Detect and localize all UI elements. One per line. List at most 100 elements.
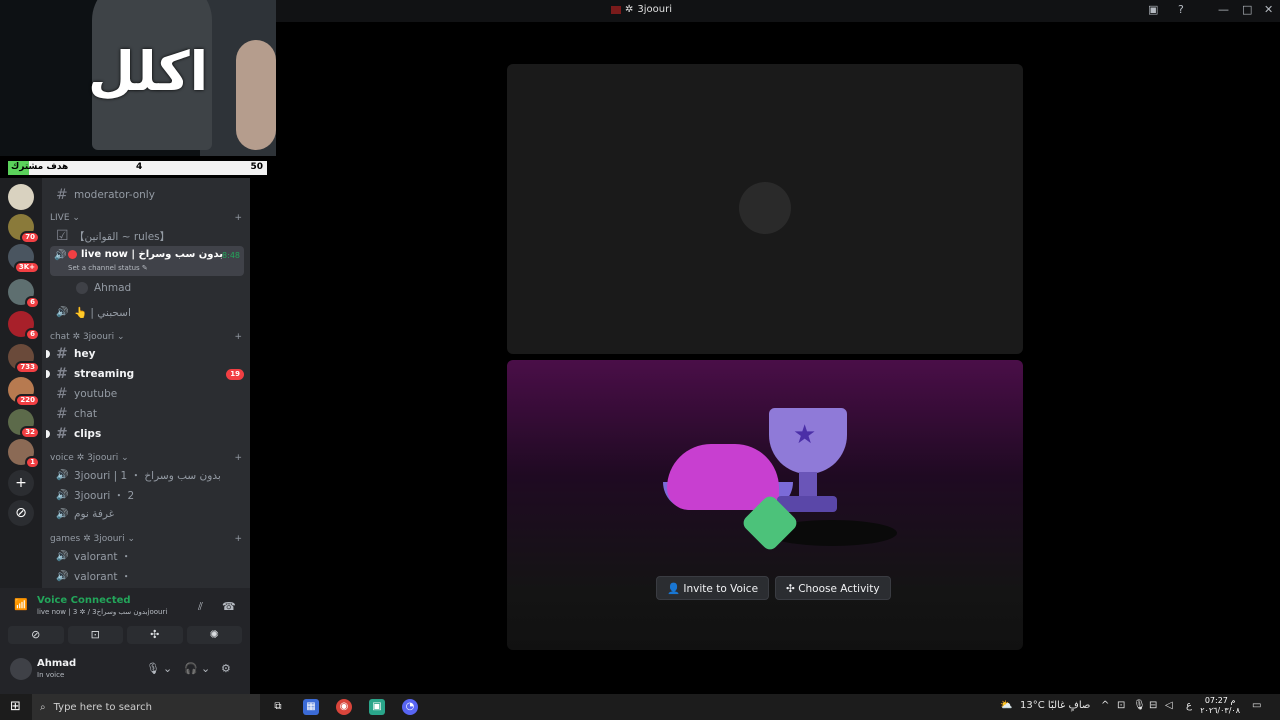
mention-badge: 19: [226, 368, 244, 380]
voice-channel[interactable]: 🔊 3joouri | 1 ・ بدون سب وسراخ: [50, 466, 244, 484]
settings-gear-icon[interactable]: ⚙: [221, 662, 231, 675]
channel-label: chat: [74, 408, 97, 420]
voice-connected-subtitle: live now | 3 ✲ / بدون سب وسراخ3joouri: [37, 608, 168, 616]
server-icon[interactable]: 1: [8, 439, 40, 469]
channel-moderator-only[interactable]: # moderator-only: [50, 186, 244, 204]
user-avatar: [76, 282, 88, 294]
add-channel-icon[interactable]: +: [234, 453, 242, 463]
notifications-icon[interactable]: ▭: [1252, 700, 1261, 711]
search-placeholder: Type here to search: [53, 701, 152, 713]
clock-date: ٢٠٢٦/٠٣/٠٨: [1200, 706, 1240, 715]
live-time: 8:48: [222, 251, 240, 260]
title-prefix: ✲: [625, 4, 634, 15]
category-live[interactable]: LIVE ⌄ +: [50, 213, 242, 223]
weather-text[interactable]: 13°C صافٍ غالبًا: [1020, 700, 1090, 711]
app-icon: [611, 5, 621, 14]
clock-time: 07:27 م: [1204, 696, 1236, 705]
server-icon[interactable]: 733: [8, 344, 40, 374]
chevron-down-icon[interactable]: ⌄: [163, 662, 172, 675]
tray-app-icon[interactable]: ⊡: [1117, 700, 1125, 711]
voice-channel-valorant[interactable]: 🔊 valorant ・: [50, 567, 244, 585]
taskbar-search[interactable]: ⌕ Type here to search: [32, 694, 260, 720]
discord-icon[interactable]: ◔: [402, 699, 418, 715]
participant-tile[interactable]: [507, 64, 1023, 354]
add-server-icon[interactable]: +: [8, 470, 34, 496]
weather-icon[interactable]: ⛅: [1000, 700, 1012, 711]
server-badge: 6: [25, 296, 40, 309]
close-button[interactable]: ✕: [1264, 3, 1273, 16]
category-label: games ✲ 3joouri ⌄: [50, 534, 136, 544]
speaker-icon: 🔊: [56, 469, 69, 481]
voice-actions: ⊘ ⊡ ✣ ✺: [8, 626, 242, 644]
channel-youtube[interactable]: # youtube: [50, 385, 244, 403]
user-status: In voice: [37, 671, 65, 679]
voice-channel-live-now[interactable]: 🔊 live now | بدون سب وسراخ Set a channel…: [50, 246, 244, 276]
server-badge: 6: [25, 328, 40, 341]
server-icon[interactable]: [8, 184, 34, 210]
chevron-down-icon[interactable]: ⌄: [201, 662, 210, 675]
signal-icon[interactable]: 📶: [14, 598, 28, 611]
voice-connected-title[interactable]: Voice Connected: [37, 595, 131, 606]
channel-rules[interactable]: ☑ 【القوانين ~ rules】: [50, 227, 244, 245]
chrome-icon[interactable]: ◉: [336, 699, 352, 715]
channel-chat[interactable]: # chat: [50, 405, 244, 423]
minimize-button[interactable]: —: [1218, 3, 1229, 16]
activities-icon[interactable]: ✣: [127, 626, 183, 644]
channel-hey[interactable]: # hey: [46, 345, 244, 363]
clock[interactable]: 07:27 م ٢٠٢٦/٠٣/٠٨: [1200, 696, 1240, 716]
disconnect-icon[interactable]: ☎: [222, 600, 236, 613]
voice-channel-drag[interactable]: 🔊 👆 | اسحبني: [50, 303, 244, 321]
server-icon[interactable]: 3K+: [8, 244, 40, 274]
add-channel-icon[interactable]: +: [234, 213, 242, 223]
voice-user-ahmad[interactable]: Ahmad: [70, 279, 244, 297]
explore-icon[interactable]: ⊘: [8, 500, 34, 526]
speaker-icon: 🔊: [56, 306, 69, 318]
server-icon[interactable]: 32: [8, 409, 40, 439]
server-icon[interactable]: 6: [8, 279, 40, 309]
app-icon[interactable]: ▣: [369, 699, 385, 715]
microphone-icon[interactable]: 🎙: [146, 662, 160, 675]
speaker-icon: 🔊: [54, 250, 67, 261]
voice-channel[interactable]: 🔊 3joouri ・ 2: [50, 486, 244, 504]
volume-icon[interactable]: ◁: [1165, 700, 1173, 711]
category-chat[interactable]: chat ✲ 3joouri ⌄ +: [50, 332, 242, 342]
channel-label: moderator-only: [74, 189, 155, 201]
server-badge: 32: [20, 426, 40, 439]
server-icon[interactable]: 70: [8, 214, 40, 244]
invite-to-voice-button[interactable]: 👤 Invite to Voice: [656, 576, 770, 600]
network-icon[interactable]: ⊟: [1149, 700, 1157, 711]
server-icon[interactable]: 220: [8, 377, 40, 407]
choose-activity-button[interactable]: ✣ Choose Activity: [775, 576, 891, 600]
windows-start-icon[interactable]: ⊞: [10, 699, 21, 714]
task-view-icon[interactable]: ⧉: [270, 699, 286, 715]
headphones-icon[interactable]: 🎧: [184, 662, 198, 675]
speaker-icon: 🔊: [56, 570, 69, 582]
maximize-button[interactable]: □: [1242, 3, 1252, 16]
screen-share-icon[interactable]: ⊡: [67, 626, 123, 644]
channel-streaming[interactable]: # streaming 19: [46, 365, 244, 383]
channel-label: 【القوانين ~ rules】: [74, 230, 171, 243]
voice-channel-valorant[interactable]: 🔊 valorant ・: [50, 547, 244, 565]
avatar[interactable]: [10, 658, 32, 680]
hash-icon: #: [56, 406, 68, 422]
voice-channel[interactable]: 🔊 غرفة نوم: [50, 505, 244, 523]
store-icon[interactable]: ▦: [303, 699, 319, 715]
screen-share-icon[interactable]: ▣: [1148, 3, 1158, 16]
chevron-up-icon[interactable]: ^: [1101, 700, 1109, 711]
add-channel-icon[interactable]: +: [234, 534, 242, 544]
username[interactable]: Ahmad: [37, 658, 76, 669]
add-channel-icon[interactable]: +: [234, 332, 242, 342]
channel-status[interactable]: Set a channel status ✎: [68, 264, 148, 272]
help-icon[interactable]: ?: [1178, 3, 1184, 16]
soundboard-icon[interactable]: ✺: [186, 626, 242, 644]
camera-off-icon[interactable]: ⊘: [8, 626, 64, 644]
channel-label: valorant ・: [74, 550, 132, 563]
category-games[interactable]: games ✲ 3joouri ⌄ +: [50, 534, 242, 544]
server-icon[interactable]: 6: [8, 311, 40, 341]
microphone-icon[interactable]: 🎙: [1133, 700, 1146, 711]
input-language[interactable]: ع: [1186, 700, 1192, 711]
category-voice[interactable]: voice ✲ 3joouri ⌄ +: [50, 453, 242, 463]
noise-suppression-icon[interactable]: ⫽: [198, 600, 203, 614]
speaker-icon: 🔊: [56, 508, 69, 520]
channel-clips[interactable]: # clips: [46, 425, 244, 443]
